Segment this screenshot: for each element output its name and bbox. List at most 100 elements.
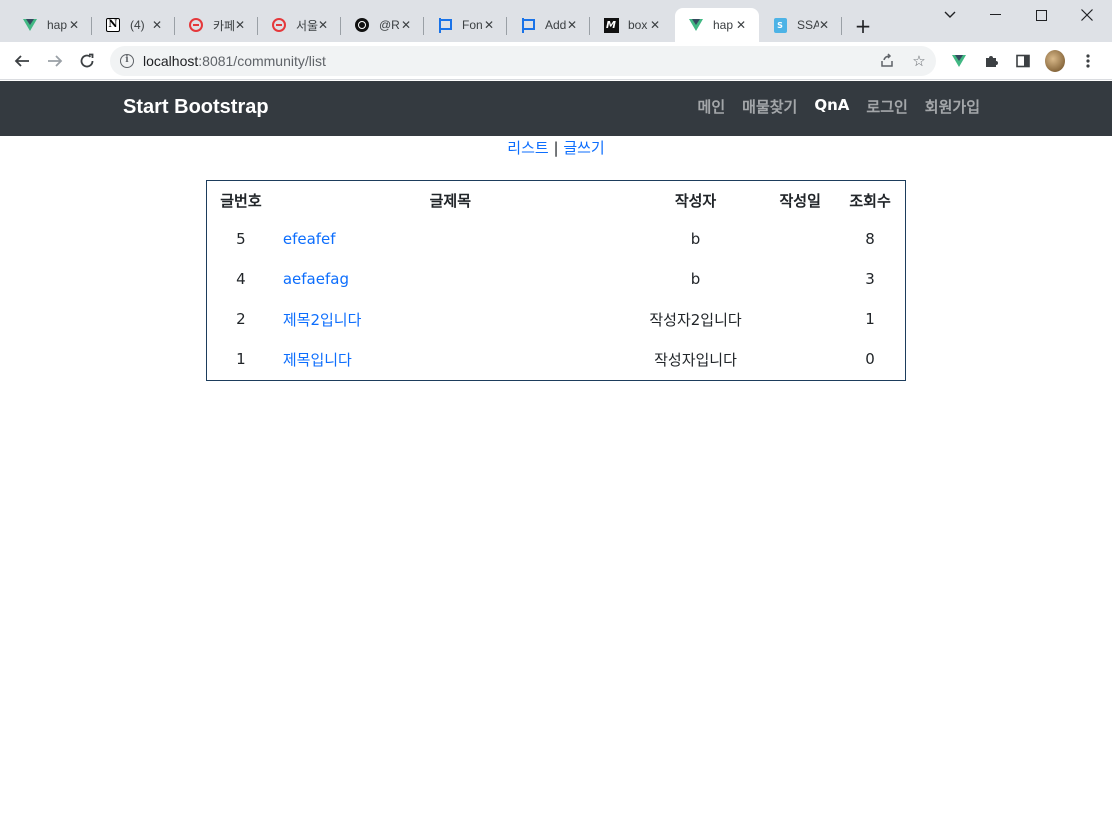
browser-toolbar: i localhost:8081/community/list ☆: [0, 42, 1112, 80]
nav-link-login[interactable]: 로그인: [866, 96, 907, 117]
reload-button[interactable]: [73, 47, 101, 75]
post-title-link[interactable]: 제목2입니다: [283, 311, 362, 329]
post-number: 5: [236, 230, 246, 248]
profile-avatar[interactable]: [1045, 50, 1065, 72]
tab-title: box: [628, 18, 648, 32]
post-title-link[interactable]: aefaefag: [283, 270, 349, 288]
close-icon[interactable]: ✕: [648, 18, 662, 32]
github-icon: [354, 17, 370, 33]
flag-icon: [437, 17, 453, 33]
post-views: 1: [865, 310, 875, 328]
browser-tab-active[interactable]: hap ✕: [675, 8, 759, 42]
vue-icon: [22, 17, 38, 33]
post-views: 8: [865, 230, 875, 248]
write-link[interactable]: 글쓰기: [563, 139, 604, 157]
browser-tab[interactable]: 카페 ✕: [175, 8, 258, 42]
back-arrow-icon: [14, 55, 29, 67]
browser-tab[interactable]: N (4) ✕: [92, 8, 175, 42]
nav-link-qna[interactable]: QnA: [814, 96, 849, 117]
forward-arrow-icon: [48, 55, 63, 67]
close-icon[interactable]: ✕: [233, 18, 247, 32]
close-icon[interactable]: ✕: [565, 18, 579, 32]
post-views: 3: [865, 270, 875, 288]
ring-icon: [188, 17, 204, 33]
m-icon: M: [603, 17, 619, 33]
menu-kebab-icon[interactable]: [1078, 51, 1098, 71]
post-number: 4: [236, 270, 246, 288]
browser-tab[interactable]: hap ✕: [9, 8, 92, 42]
browser-tab[interactable]: Fon ✕: [424, 8, 507, 42]
browser-tab[interactable]: @R ✕: [341, 8, 424, 42]
table-row: 1 제목입니다 작성자입니다 0: [207, 339, 905, 379]
col-header-title: 글제목: [429, 191, 471, 210]
close-icon: [1081, 9, 1093, 21]
col-header-views: 조회수: [849, 191, 891, 210]
browser-tab[interactable]: S SSA ✕: [759, 8, 842, 42]
tab-title: Add: [545, 18, 567, 32]
post-title-cell: aefaefag: [275, 259, 626, 299]
nav-link-signup[interactable]: 회원가입: [925, 96, 980, 117]
close-icon[interactable]: ✕: [399, 18, 413, 32]
nav-link-main[interactable]: 메인: [698, 96, 726, 117]
browser-tab[interactable]: M box ✕: [590, 8, 673, 42]
vue-icon: [688, 17, 704, 33]
col-header-date: 작성일: [779, 191, 821, 210]
tab-title: 카페: [213, 18, 235, 33]
extensions-puzzle-icon[interactable]: [982, 51, 1002, 71]
tab-title: hap: [713, 18, 734, 32]
navbar-brand[interactable]: Start Bootstrap: [123, 96, 269, 119]
post-title-cell: 제목2입니다: [275, 299, 626, 339]
vue-devtools-icon[interactable]: [949, 51, 969, 71]
tab-title: @R: [379, 18, 400, 32]
share-icon[interactable]: [878, 52, 896, 70]
post-writer: b: [690, 230, 701, 248]
close-icon[interactable]: ✕: [482, 18, 496, 32]
post-date: [765, 339, 835, 379]
forward-button[interactable]: [41, 47, 69, 75]
post-title-cell: efeafef: [275, 219, 626, 259]
post-writer: 작성자2입니다: [649, 310, 742, 329]
post-title-link[interactable]: efeafef: [283, 230, 336, 248]
nav-link-search-listings[interactable]: 매물찾기: [742, 96, 797, 117]
post-views: 0: [865, 350, 875, 368]
table-header-row: 글번호 글제목 작성자 작성일 조회수: [207, 181, 905, 219]
doc-icon: S: [772, 17, 788, 33]
tab-title: Fon: [462, 18, 483, 32]
ring-icon: [271, 17, 287, 33]
tab-divider: [841, 17, 842, 35]
col-header-writer: 작성자: [674, 191, 717, 210]
site-info-icon[interactable]: i: [120, 54, 134, 68]
side-panel-icon[interactable]: [1013, 51, 1033, 71]
minimize-button[interactable]: [972, 4, 1018, 26]
url-host: localhost: [143, 53, 199, 69]
sublinks-separator: |: [553, 139, 559, 157]
post-title-cell: 제목입니다: [275, 339, 626, 379]
address-bar[interactable]: i localhost:8081/community/list ☆: [110, 46, 936, 76]
col-header-number: 글번호: [220, 191, 262, 210]
browser-tab[interactable]: 서울 ✕: [258, 8, 341, 42]
minimize-icon: [989, 14, 1001, 15]
close-icon[interactable]: ✕: [150, 18, 164, 32]
board-table: 글번호 글제목 작성자 작성일 조회수 5 efeafef b 8 4 aefa…: [206, 180, 906, 381]
back-button[interactable]: [8, 47, 36, 75]
tab-title: SSA: [797, 18, 819, 32]
post-date: [765, 219, 835, 259]
tab-search-button[interactable]: [927, 4, 973, 26]
maximize-button[interactable]: [1018, 4, 1064, 26]
tab-title: (4): [130, 18, 145, 32]
close-icon[interactable]: ✕: [67, 18, 81, 32]
post-title-link[interactable]: 제목입니다: [283, 351, 352, 369]
close-icon[interactable]: ✕: [734, 18, 748, 32]
post-writer: b: [690, 270, 701, 288]
post-date: [765, 259, 835, 299]
chevron-down-icon: [944, 11, 956, 18]
maximize-icon: [1035, 9, 1047, 21]
close-window-button[interactable]: [1064, 4, 1110, 26]
tab-title: 서울: [296, 18, 318, 33]
new-tab-button[interactable]: +: [851, 14, 875, 38]
bookmark-star-icon[interactable]: ☆: [910, 52, 928, 70]
list-link[interactable]: 리스트: [507, 139, 548, 157]
browser-tab[interactable]: Add ✕: [507, 8, 590, 42]
close-icon[interactable]: ✕: [316, 18, 330, 32]
close-icon[interactable]: ✕: [817, 18, 831, 32]
